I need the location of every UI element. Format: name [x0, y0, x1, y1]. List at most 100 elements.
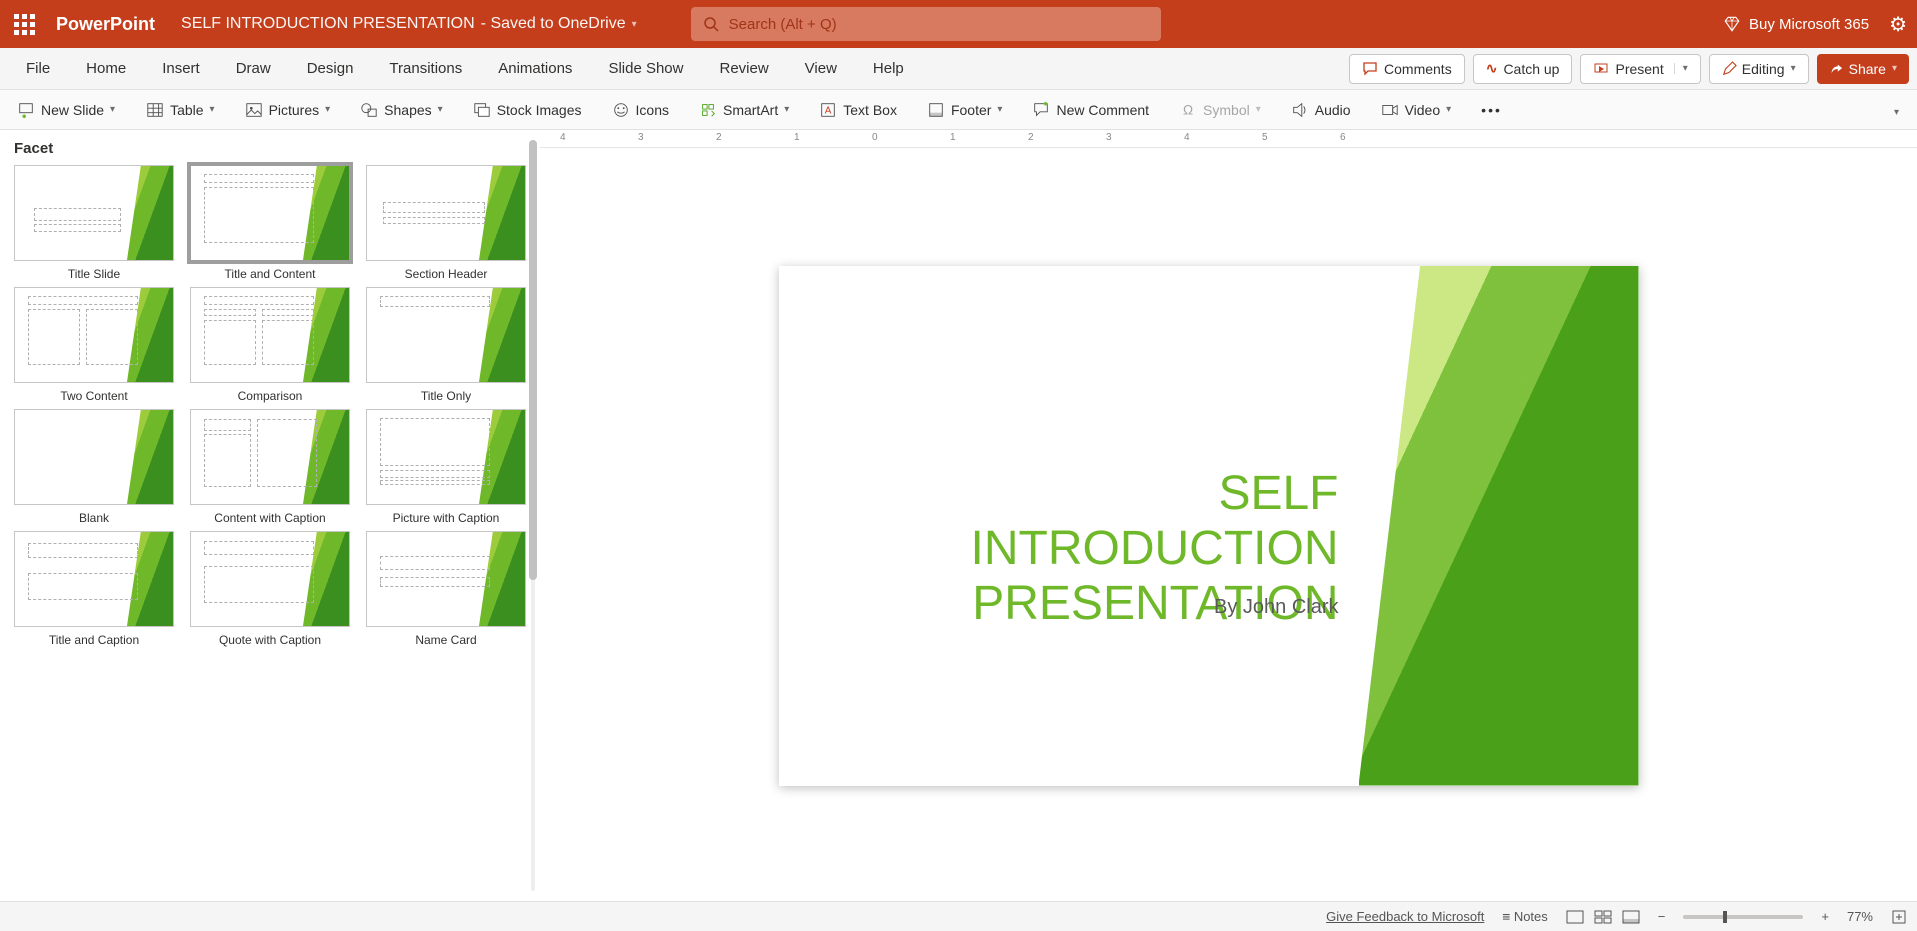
tab-design[interactable]: Design [289, 48, 372, 90]
table-button[interactable]: Table▾ [140, 94, 221, 126]
layout-label: Title Slide [68, 267, 120, 281]
save-status: - Saved to OneDrive [481, 15, 626, 33]
workspace: Facet Title SlideTitle and ContentSectio… [0, 130, 1917, 901]
tab-transitions[interactable]: Transitions [371, 48, 480, 90]
status-bar: Give Feedback to Microsoft ≡ Notes − + 7… [0, 901, 1917, 931]
svg-text:Ω: Ω [1183, 102, 1193, 117]
catch-up-button[interactable]: ∿ Catch up [1473, 54, 1573, 84]
layout-option-blank[interactable]: Blank [14, 409, 174, 525]
footer-button[interactable]: Footer▾ [921, 94, 1009, 126]
layout-option-title-slide[interactable]: Title Slide [14, 165, 174, 281]
notes-button[interactable]: ≡ Notes [1502, 909, 1547, 925]
ruler-tick: 1 [794, 132, 800, 143]
layout-option-title-and-content[interactable]: Title and Content [190, 165, 350, 281]
tab-help[interactable]: Help [855, 48, 922, 90]
search-input[interactable] [729, 16, 1149, 33]
editing-mode-button[interactable]: Editing ▾ [1709, 54, 1809, 84]
chevron-down-icon: ▾ [110, 104, 115, 115]
icons-button[interactable]: Icons [606, 94, 675, 126]
reading-view-icon[interactable] [1622, 910, 1640, 924]
stock-images-icon [473, 101, 491, 119]
feedback-link[interactable]: Give Feedback to Microsoft [1326, 909, 1484, 924]
zoom-slider[interactable] [1683, 915, 1803, 919]
ruler-tick: 5 [1262, 132, 1268, 143]
layout-label: Blank [79, 511, 109, 525]
layout-option-picture-with-caption[interactable]: Picture with Caption [366, 409, 526, 525]
chevron-down-icon: ▾ [1674, 63, 1688, 74]
text-box-button[interactable]: A Text Box [813, 94, 903, 126]
tab-home[interactable]: Home [68, 48, 144, 90]
layout-option-quote-with-caption[interactable]: Quote with Caption [190, 531, 350, 647]
new-comment-button[interactable]: New Comment [1026, 94, 1155, 126]
gear-icon[interactable]: ⚙ [1889, 12, 1907, 37]
share-button[interactable]: Share ▾ [1817, 54, 1909, 84]
slide-theme-graphic [1359, 266, 1639, 786]
ruler-tick: 6 [1340, 132, 1346, 143]
pencil-icon [1722, 62, 1736, 76]
layout-option-comparison[interactable]: Comparison [190, 287, 350, 403]
layout-thumbnail [366, 165, 526, 261]
layout-option-two-content[interactable]: Two Content [14, 287, 174, 403]
tab-insert[interactable]: Insert [144, 48, 218, 90]
layout-option-title-and-caption[interactable]: Title and Caption [14, 531, 174, 647]
comments-button[interactable]: Comments [1349, 54, 1465, 84]
icons-icon [612, 101, 630, 119]
ribbon-tabs: File Home Insert Draw Design Transitions… [0, 48, 1917, 90]
text-box-icon: A [819, 101, 837, 119]
pictures-button[interactable]: Pictures▾ [239, 94, 337, 126]
symbol-icon: Ω [1179, 101, 1197, 119]
layout-thumbnail [14, 165, 174, 261]
normal-view-icon[interactable] [1566, 910, 1584, 924]
tab-file[interactable]: File [8, 48, 68, 90]
tab-slide-show[interactable]: Slide Show [590, 48, 701, 90]
notes-icon: ≡ [1502, 910, 1510, 925]
ruler-tick: 3 [1106, 132, 1112, 143]
new-slide-button[interactable]: New Slide▾ [10, 94, 122, 126]
tab-view[interactable]: View [787, 48, 855, 90]
collapse-ribbon-button[interactable]: ▾ [1894, 102, 1907, 118]
layout-option-section-header[interactable]: Section Header [366, 165, 526, 281]
layout-option-content-with-caption[interactable]: Content with Caption [190, 409, 350, 525]
symbol-button[interactable]: Ω Symbol▾ [1173, 94, 1267, 126]
shapes-button[interactable]: Shapes▾ [354, 94, 449, 126]
chevron-down-icon: ▾ [632, 19, 637, 30]
gallery-scrollbar[interactable] [528, 140, 538, 891]
layout-label: Comparison [238, 389, 303, 403]
ruler-tick: 4 [1184, 132, 1190, 143]
document-title[interactable]: SELF INTRODUCTION PRESENTATION - Saved t… [181, 15, 637, 33]
video-button[interactable]: Video▾ [1375, 94, 1458, 126]
layout-label: Section Header [405, 267, 488, 281]
audio-button[interactable]: Audio [1285, 94, 1357, 126]
sorter-view-icon[interactable] [1594, 910, 1612, 924]
document-name: SELF INTRODUCTION PRESENTATION [181, 15, 475, 33]
ruler-tick: 2 [1028, 132, 1034, 143]
smartart-button[interactable]: SmartArt▾ [693, 94, 795, 126]
svg-text:A: A [825, 105, 832, 116]
chevron-down-icon: ▾ [1894, 107, 1899, 118]
zoom-level[interactable]: 77% [1847, 909, 1873, 924]
stock-images-button[interactable]: Stock Images [467, 94, 588, 126]
present-button[interactable]: Present ▾ [1580, 54, 1700, 84]
more-commands-button[interactable]: ••• [1475, 94, 1508, 126]
slide[interactable]: SELF INTRODUCTION PRESENTATION By John C… [779, 266, 1639, 786]
layout-thumbnail [190, 531, 350, 627]
layout-option-title-only[interactable]: Title Only [366, 287, 526, 403]
app-launcher-icon[interactable] [10, 10, 38, 38]
search-box[interactable] [691, 7, 1161, 41]
layout-option-name-card[interactable]: Name Card [366, 531, 526, 647]
buy-microsoft-365-button[interactable]: Buy Microsoft 365 [1723, 15, 1869, 33]
tab-draw[interactable]: Draw [218, 48, 289, 90]
tab-animations[interactable]: Animations [480, 48, 590, 90]
horizontal-ruler: 43210123456 [540, 130, 1917, 148]
fit-to-window-icon[interactable] [1891, 909, 1907, 925]
search-icon [703, 16, 719, 32]
zoom-out-button[interactable]: − [1658, 909, 1666, 924]
layout-label: Title Only [421, 389, 471, 403]
ruler-tick: 4 [560, 132, 566, 143]
sync-icon: ∿ [1486, 60, 1498, 77]
layout-label: Title and Content [225, 267, 316, 281]
layout-thumbnail [366, 531, 526, 627]
zoom-in-button[interactable]: + [1821, 909, 1829, 924]
tab-review[interactable]: Review [701, 48, 786, 90]
layout-label: Title and Caption [49, 633, 139, 647]
